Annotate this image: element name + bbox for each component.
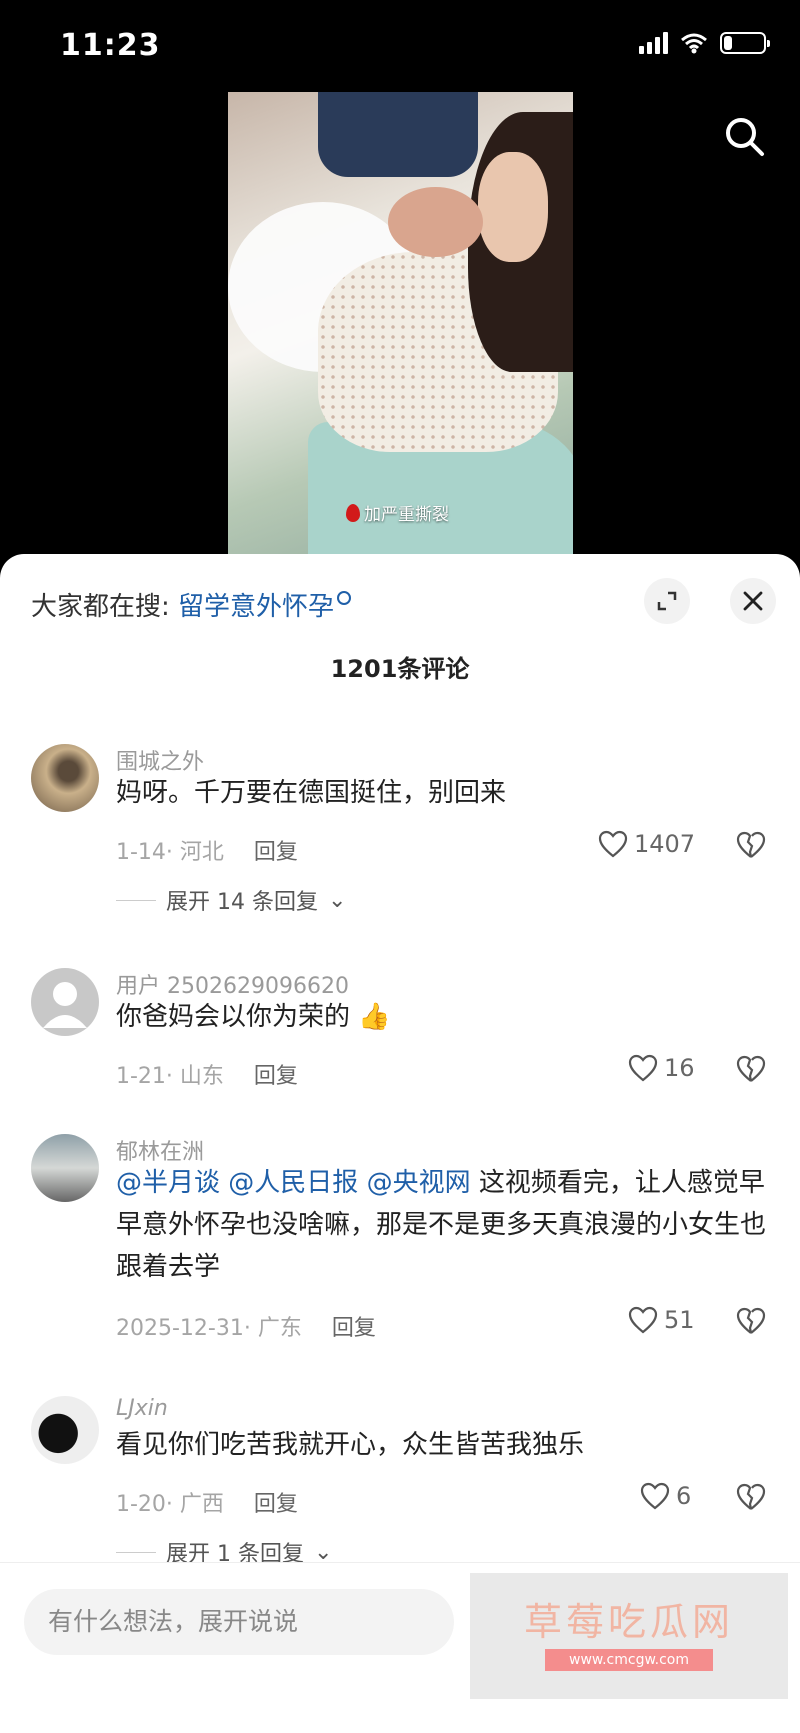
wifi-icon bbox=[681, 33, 707, 54]
status-bar: 11:23 bbox=[0, 0, 800, 96]
watermark-title: 草莓吃瓜网 bbox=[523, 1600, 734, 1644]
expand-button[interactable] bbox=[644, 578, 690, 624]
like-button[interactable]: 51 bbox=[628, 1306, 695, 1334]
like-button[interactable]: 16 bbox=[628, 1054, 695, 1082]
comment-input-bar: 有什么想法，展开说说 草莓吃瓜网 www.cmcgw.com bbox=[0, 1562, 800, 1733]
watermark-url: www.cmcgw.com bbox=[545, 1649, 713, 1671]
close-button[interactable] bbox=[730, 578, 776, 624]
comment-date-location: 1-20· 广西 bbox=[116, 1492, 224, 1517]
battery-icon bbox=[720, 32, 770, 54]
dislike-icon[interactable] bbox=[736, 830, 766, 860]
blood-drop-icon bbox=[346, 503, 360, 522]
comment-sheet: 大家都在搜: 留学意外怀孕 1201条评论 围城之外 妈呀。千万要在德国挺住，别… bbox=[0, 554, 800, 1732]
comment-date-location: 1-14· 河北 bbox=[116, 840, 224, 865]
trend-prefix: 大家都在搜: bbox=[31, 592, 179, 622]
chevron-down-icon: ⌄ bbox=[313, 1539, 333, 1565]
comment-date-location: 2025-12-31· 广东 bbox=[116, 1316, 302, 1341]
expand-icon bbox=[657, 591, 677, 611]
heart-icon bbox=[640, 1482, 670, 1510]
mention-link[interactable]: @人民日报 bbox=[228, 1168, 358, 1198]
comment-text: 你爸妈会以你为荣的 👍 bbox=[116, 996, 776, 1038]
expand-replies[interactable]: 展开 14 条回复 ⌄ bbox=[116, 884, 346, 916]
watermark: 草莓吃瓜网 www.cmcgw.com bbox=[470, 1573, 788, 1699]
reply-button[interactable]: 回复 bbox=[254, 1064, 298, 1089]
reply-button[interactable]: 回复 bbox=[332, 1316, 376, 1341]
close-icon bbox=[743, 591, 763, 611]
signal-icon bbox=[639, 32, 668, 54]
dislike-icon[interactable] bbox=[736, 1482, 766, 1512]
heart-icon bbox=[628, 1054, 658, 1082]
like-button[interactable]: 6 bbox=[640, 1482, 691, 1510]
mention-link[interactable]: @央视网 bbox=[367, 1168, 471, 1198]
trending-search[interactable]: 大家都在搜: 留学意外怀孕 bbox=[31, 586, 352, 623]
search-icon bbox=[337, 591, 352, 605]
video-player[interactable]: 加严重撕裂 bbox=[228, 92, 573, 562]
comment-text-body: 你爸妈会以你为荣的 bbox=[116, 1002, 351, 1032]
heart-icon bbox=[598, 830, 628, 858]
status-time: 11:23 bbox=[60, 28, 161, 63]
like-button[interactable]: 1407 bbox=[598, 830, 695, 858]
default-avatar-icon bbox=[43, 982, 87, 1028]
dislike-icon[interactable] bbox=[736, 1054, 766, 1084]
comment-input[interactable]: 有什么想法，展开说说 bbox=[24, 1589, 454, 1655]
heart-icon bbox=[628, 1306, 658, 1334]
comment-text: 妈呀。千万要在德国挺住，别回来 bbox=[116, 778, 507, 808]
comment-text: @半月谈 @人民日报 @央视网 这视频看完，让人感觉早早意外怀孕也没啥嘛，那是不… bbox=[116, 1162, 776, 1288]
avatar[interactable] bbox=[31, 744, 99, 812]
like-count: 1407 bbox=[634, 830, 696, 858]
status-icons bbox=[639, 32, 770, 54]
video-tag-text: 加严重撕裂 bbox=[364, 505, 449, 525]
comment-username[interactable]: LJxin bbox=[116, 1396, 168, 1421]
like-count: 51 bbox=[664, 1306, 695, 1334]
trend-keyword[interactable]: 留学意外怀孕 bbox=[178, 592, 334, 622]
avatar[interactable] bbox=[31, 1396, 99, 1464]
comment-meta: 2025-12-31· 广东 回复 bbox=[116, 1310, 376, 1342]
thumbs-up-emoji: 👍 bbox=[358, 1002, 391, 1032]
expand-replies-label: 展开 14 条回复 bbox=[166, 890, 318, 915]
comment-meta: 1-20· 广西 回复 bbox=[116, 1486, 298, 1518]
like-count: 16 bbox=[664, 1054, 695, 1082]
comment-count: 1201条评论 bbox=[330, 655, 470, 683]
reply-button[interactable]: 回复 bbox=[254, 1492, 298, 1517]
comment-meta: 1-21· 山东 回复 bbox=[116, 1058, 298, 1090]
comment-meta: 1-14· 河北 回复 bbox=[116, 834, 298, 866]
comment-text: 看见你们吃苦我就开心，众生皆苦我独乐 bbox=[116, 1430, 585, 1460]
like-count: 6 bbox=[676, 1482, 692, 1510]
search-icon[interactable] bbox=[720, 112, 770, 162]
reply-button[interactable]: 回复 bbox=[254, 840, 298, 865]
chevron-down-icon: ⌄ bbox=[327, 887, 347, 913]
avatar[interactable] bbox=[31, 1134, 99, 1202]
comment-date-location: 1-21· 山东 bbox=[116, 1064, 224, 1089]
avatar[interactable] bbox=[31, 968, 99, 1036]
video-tag: 加严重撕裂 bbox=[346, 500, 449, 525]
dislike-icon[interactable] bbox=[736, 1306, 766, 1336]
mention-link[interactable]: @半月谈 bbox=[116, 1168, 220, 1198]
